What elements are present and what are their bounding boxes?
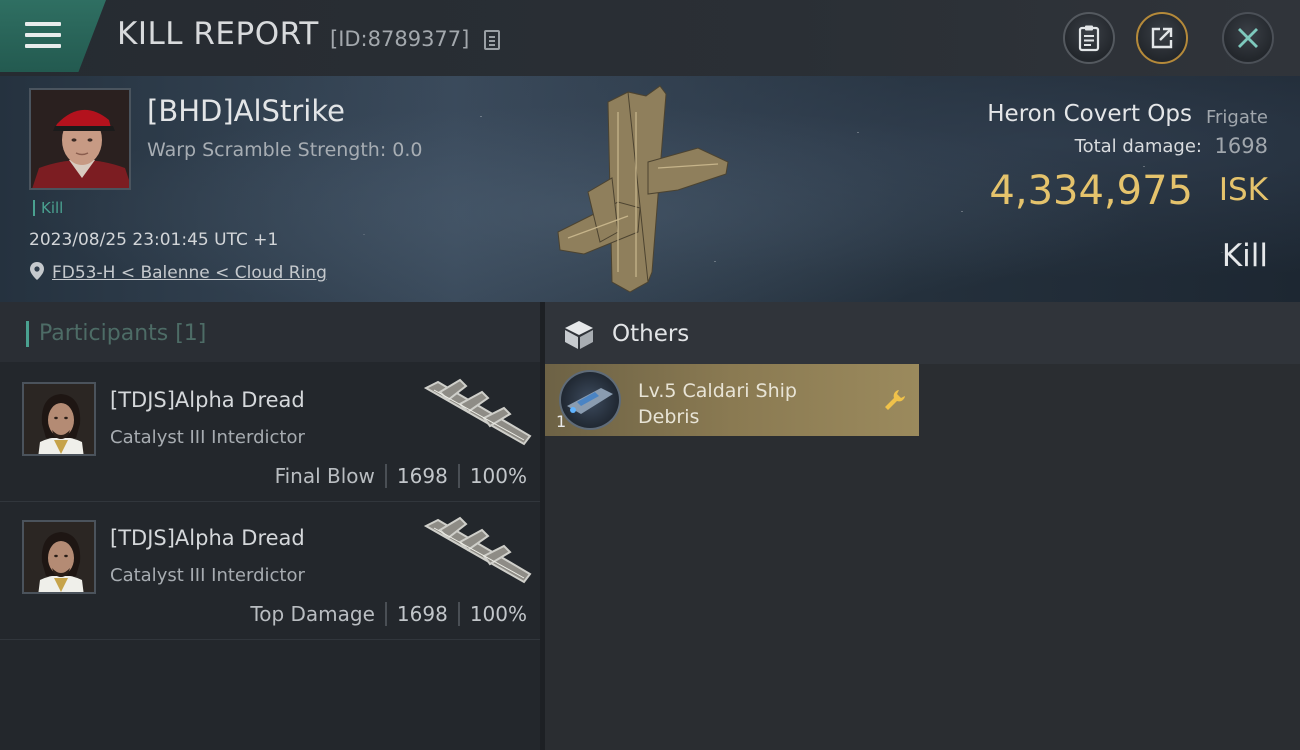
participant-row[interactable]: [TDJS]Alpha Dread Catalyst III Interdict… (0, 502, 540, 640)
stat-divider (384, 464, 387, 488)
item-name: Lv.5 Caldari Ship Debris (638, 380, 797, 428)
victim-ship-class: Frigate (1205, 107, 1268, 128)
share-icon (1151, 27, 1173, 49)
wrench-icon[interactable] (883, 388, 907, 412)
participant-name[interactable]: [TDJS]Alpha Dread (110, 526, 305, 550)
page-title: KILL REPORT (117, 16, 319, 52)
participant-damage: 1698 (396, 464, 448, 488)
kill-summary-banner: [BHD]AlStrike Warp Scramble Strength: 0.… (0, 76, 1300, 302)
participant-name[interactable]: [TDJS]Alpha Dread (110, 388, 305, 412)
kill-type-tag: Kill (33, 200, 63, 216)
participant-damage: 1698 (396, 602, 448, 626)
cube-icon (565, 321, 593, 349)
stat-divider (384, 602, 387, 626)
menu-button[interactable] (0, 0, 106, 72)
close-icon (1238, 28, 1258, 48)
others-header: Others (545, 302, 1300, 364)
participant-stats: Top Damage 1698 100% (250, 602, 527, 626)
participants-title: Participants [1] (26, 321, 206, 347)
participant-role: Final Blow (274, 464, 375, 488)
kill-result-label: Kill (1221, 238, 1268, 274)
kill-datetime: 2023/08/25 23:01:45 UTC +1 (29, 230, 279, 250)
participant-avatar[interactable] (22, 520, 96, 594)
victim-avatar[interactable] (29, 88, 131, 190)
report-id: [ID:8789377] (330, 27, 470, 51)
participants-header: Participants [1] (0, 302, 540, 362)
isk-value: 4,334,975 (989, 168, 1193, 214)
warp-scramble-strength: Warp Scramble Strength: 0.0 (147, 139, 423, 161)
victim-ship-name[interactable]: Heron Covert Ops (987, 101, 1192, 127)
close-button[interactable] (1222, 12, 1274, 64)
copy-id-icon[interactable] (484, 30, 500, 50)
total-damage-value: 1698 (1214, 134, 1268, 158)
participant-ship: Catalyst III Interdictor (110, 427, 305, 448)
isk-unit: ISK (1218, 172, 1268, 208)
location-pin-icon (30, 262, 44, 280)
participants-panel: Participants [1] [TDJS]Alpha Dread Catal… (0, 302, 540, 750)
top-bar: KILL REPORT [ID:8789377] (0, 0, 1300, 76)
participant-stats: Final Blow 1698 100% (275, 464, 527, 488)
participant-damage-percent: 100% (469, 464, 527, 488)
participant-ship: Catalyst III Interdictor (110, 565, 305, 586)
stat-divider (457, 602, 460, 626)
stat-divider (457, 464, 460, 488)
victim-ship-image (557, 85, 729, 293)
others-title: Others (612, 321, 690, 347)
clipboard-icon (1078, 25, 1100, 52)
participant-damage-percent: 100% (469, 602, 527, 626)
participant-ship-image (423, 378, 532, 446)
item-thumbnail (559, 370, 621, 430)
loot-item-card[interactable]: 1 Lv.5 Caldari Ship Debris (545, 364, 919, 436)
item-quantity: 1 (556, 412, 567, 431)
participant-role: Top Damage (250, 602, 375, 626)
others-panel: Others 1 Lv.5 Caldari Ship Debris (545, 302, 1300, 750)
share-button[interactable] (1136, 12, 1188, 64)
victim-name[interactable]: [BHD]AlStrike (147, 94, 345, 128)
kill-location-link[interactable]: FD53-H < Balenne < Cloud Ring (52, 263, 327, 283)
participant-row[interactable]: [TDJS]Alpha Dread Catalyst III Interdict… (0, 364, 540, 502)
participant-avatar[interactable] (22, 382, 96, 456)
clipboard-button[interactable] (1063, 12, 1115, 64)
hamburger-menu-icon[interactable] (25, 22, 61, 48)
participant-ship-image (423, 516, 532, 584)
total-damage-label: Total damage: (1074, 136, 1202, 157)
